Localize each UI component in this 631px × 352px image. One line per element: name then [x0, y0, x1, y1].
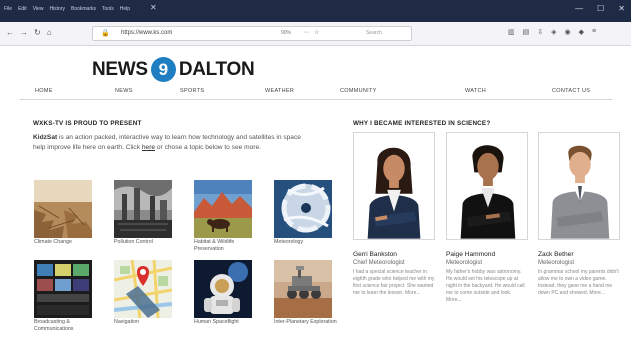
site-navigation: HOME NEWS SPORTS WEATHER COMMUNITY WATCH… [20, 84, 612, 100]
bookmark-star-icon[interactable]: ☆ [314, 29, 319, 36]
intro-text-2: or chose a topic below to see more. [155, 143, 261, 151]
human-spaceflight-image[interactable] [194, 260, 252, 318]
topic-tile-climate-change[interactable]: Climate Change [34, 180, 104, 246]
topic-label[interactable]: Broadcasting & Communications [34, 319, 104, 333]
page-actions-icon[interactable]: ⋯ [303, 29, 309, 36]
address-tools: ⋯ ☆ [303, 29, 319, 36]
pollution-control-image[interactable] [114, 180, 172, 238]
window-controls: — ☐ ✕ [575, 4, 625, 13]
broadcasting-image[interactable] [34, 260, 92, 318]
person-bio: My father's hobby was astronomy. He woul… [446, 269, 525, 303]
person-name[interactable]: Paige Hammond [446, 251, 528, 258]
tab-close-icon[interactable]: ✕ [150, 3, 157, 12]
library-icon[interactable]: ▥ [508, 28, 515, 36]
search-input[interactable]: Search [363, 29, 413, 39]
download-icon[interactable]: ⇩ [537, 28, 543, 36]
menu-item-file[interactable]: File [4, 6, 12, 12]
logo-nine-badge: 9 [150, 57, 176, 82]
intro-paragraph: KidzSat is an action packed, interactive… [33, 133, 313, 152]
hamburger-menu-icon[interactable]: ≡ [592, 28, 596, 36]
logo-word-news: NEWS [92, 58, 148, 80]
logo-word-dalton: DALTON [178, 58, 255, 80]
topic-label[interactable]: Habitat & Wildlife Preservation [194, 239, 264, 253]
menu-item-tools[interactable]: Tools [102, 6, 114, 12]
forward-icon[interactable]: → [20, 28, 28, 37]
section-heading-why-science: WHY I BECAME INTERESTED IN SCIENCE? [353, 120, 491, 127]
topic-label[interactable]: Human Spaceflight [194, 319, 264, 326]
minimize-icon[interactable]: — [575, 4, 583, 13]
search-placeholder: Search [366, 30, 382, 36]
paige-photo[interactable] [446, 132, 528, 240]
interplanetary-image[interactable] [274, 260, 332, 318]
topic-label[interactable]: Pollution Control [114, 239, 184, 246]
section-heading-present: WXKS-TV IS PROUD TO PRESENT [33, 120, 142, 127]
account-icon[interactable]: ◉ [565, 28, 571, 36]
home-icon[interactable]: ⌂ [47, 28, 52, 37]
nav-community[interactable]: COMMUNITY [340, 88, 377, 94]
topic-tile-interplanetary[interactable]: Inter-Planetary Exploration [274, 260, 344, 326]
nav-buttons: ← → ↻ ⌂ [6, 28, 52, 37]
topic-tile-meteorology[interactable]: Meteorology [274, 180, 344, 246]
climate-change-image[interactable] [34, 180, 92, 238]
nav-watch[interactable]: WATCH [465, 88, 486, 94]
browser-toolbar: ← → ↻ ⌂ 🔒 https://www.ks.com 90% ⋯ ☆ Sea… [0, 22, 631, 46]
person-title: Chief Meteorologist [353, 260, 405, 266]
address-bar[interactable]: 🔒 https://www.ks.com 90% ⋯ ☆ Search [92, 26, 412, 41]
topic-label[interactable]: Meteorology [274, 239, 344, 246]
topic-tile-navigation[interactable]: Navigation [114, 260, 184, 326]
reload-icon[interactable]: ↻ [34, 28, 41, 37]
topic-tile-human-spaceflight[interactable]: Human Spaceflight [194, 260, 264, 326]
menu-item-view[interactable]: View [33, 6, 44, 12]
toolbar-icons: ▥ ▤ ⇩ ◈ ◉ ◆ ≡ [508, 28, 596, 36]
maximize-icon[interactable]: ☐ [597, 4, 604, 13]
navigation-image[interactable] [114, 260, 172, 318]
person-card-gerri[interactable]: Gerri Bankston Chief Meteorologist I had… [353, 132, 435, 297]
back-icon[interactable]: ← [6, 28, 14, 37]
gerri-photo[interactable] [353, 132, 435, 240]
nav-sports[interactable]: SPORTS [180, 88, 204, 94]
topic-tile-pollution-control[interactable]: Pollution Control [114, 180, 184, 246]
person-bio: In grammar school my parents didn't allo… [538, 269, 619, 296]
person-card-paige[interactable]: Paige Hammond Meteorologist My father's … [446, 132, 528, 304]
menu-item-help[interactable]: Help [120, 6, 130, 12]
menu-item-edit[interactable]: Edit [18, 6, 27, 12]
nav-weather[interactable]: WEATHER [265, 88, 294, 94]
url-text[interactable]: https://www.ks.com [121, 30, 172, 36]
zack-photo[interactable] [538, 132, 620, 240]
shield-icon[interactable]: ◆ [579, 28, 584, 36]
person-card-zack[interactable]: Zack Bether Meteorologist In grammar sch… [538, 132, 620, 297]
site-logo[interactable]: NEWS 9 DALTON [92, 57, 255, 82]
nav-contact-us[interactable]: CONTACT US [552, 88, 590, 94]
person-title: Meteorologist [538, 260, 575, 266]
topic-tile-habitat-wildlife[interactable]: Habitat & Wildlife Preservation [194, 180, 264, 253]
person-bio: I had a special science teacher in eight… [353, 269, 435, 296]
close-icon[interactable]: ✕ [618, 4, 625, 13]
lock-icon: 🔒 [101, 30, 110, 37]
topic-tile-broadcasting[interactable]: Broadcasting & Communications [34, 260, 104, 333]
nav-home[interactable]: HOME [35, 88, 53, 94]
browser-titlebar: File Edit View History Bookmarks Tools H… [0, 0, 631, 22]
nav-news[interactable]: NEWS [115, 88, 133, 94]
menu-item-history[interactable]: History [49, 6, 65, 12]
extension-icon[interactable]: ◈ [551, 28, 556, 36]
zoom-level[interactable]: 90% [281, 30, 291, 36]
browser-menu: File Edit View History Bookmarks Tools H… [4, 6, 130, 12]
intro-brand: KidzSat [33, 134, 58, 141]
sidebar-icon[interactable]: ▤ [523, 28, 530, 36]
person-name[interactable]: Zack Bether [538, 251, 620, 258]
meteorology-image[interactable] [274, 180, 332, 238]
topic-label[interactable]: Navigation [114, 319, 184, 326]
topic-label[interactable]: Inter-Planetary Exploration [274, 319, 344, 326]
menu-item-bookmarks[interactable]: Bookmarks [71, 6, 96, 12]
habitat-wildlife-image[interactable] [194, 180, 252, 238]
topic-label[interactable]: Climate Change [34, 239, 104, 246]
person-name[interactable]: Gerri Bankston [353, 251, 435, 258]
intro-here-link[interactable]: here [142, 144, 155, 151]
person-title: Meteorologist [446, 260, 483, 266]
